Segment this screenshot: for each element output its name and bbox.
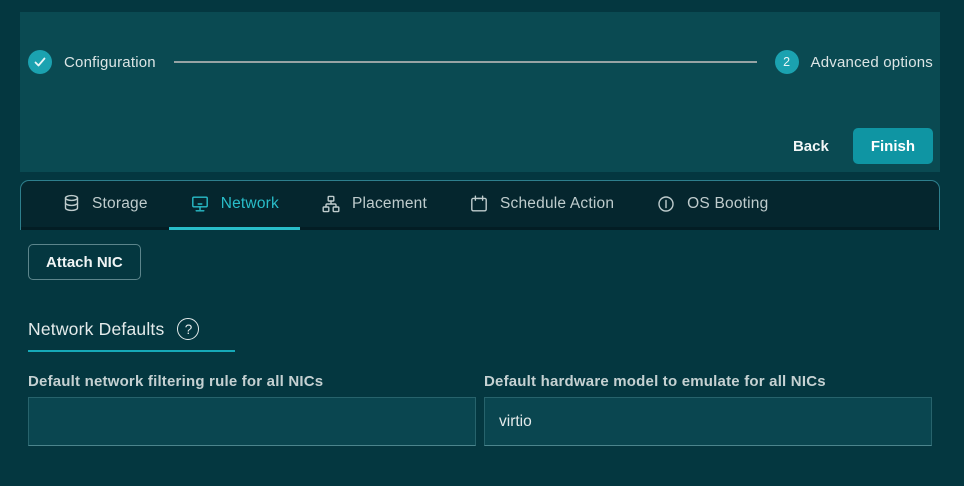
back-button[interactable]: Back xyxy=(779,130,843,163)
tab-placement-label: Placement xyxy=(352,195,427,213)
step-complete-check-icon xyxy=(28,50,52,74)
tab-os-booting[interactable]: OS Booting xyxy=(635,181,789,227)
stepper-connector-line xyxy=(174,61,757,63)
wizard-actions: Back Finish xyxy=(28,128,933,164)
hardware-model-label: Default hardware model to emulate for al… xyxy=(484,373,932,390)
tab-network-label: Network xyxy=(221,195,279,213)
info-circle-icon xyxy=(656,194,676,214)
step-configuration[interactable]: Configuration xyxy=(28,50,156,74)
step-advanced-options-label: Advanced options xyxy=(811,54,933,71)
tab-os-booting-label: OS Booting xyxy=(687,195,768,213)
help-question-icon[interactable]: ? xyxy=(177,318,199,340)
wizard-stepper: Configuration 2 Advanced options xyxy=(28,50,933,74)
workstation-icon xyxy=(190,194,210,214)
attach-nic-button[interactable]: Attach NIC xyxy=(28,244,141,280)
section-tabbar: Storage Network xyxy=(20,180,940,230)
calendar-icon xyxy=(469,194,489,214)
tab-storage[interactable]: Storage xyxy=(41,181,169,227)
step-configuration-label: Configuration xyxy=(64,54,156,71)
section-title: Network Defaults xyxy=(28,319,164,340)
field-hardware-model: Default hardware model to emulate for al… xyxy=(484,373,932,446)
network-filtering-input[interactable] xyxy=(28,397,476,446)
tab-storage-label: Storage xyxy=(92,195,148,213)
tab-placement[interactable]: Placement xyxy=(300,181,448,227)
tab-schedule-action[interactable]: Schedule Action xyxy=(448,181,635,227)
network-filtering-label: Default network filtering rule for all N… xyxy=(28,373,476,390)
field-network-filtering: Default network filtering rule for all N… xyxy=(28,373,476,446)
tab-schedule-action-label: Schedule Action xyxy=(500,195,614,213)
database-icon xyxy=(62,194,81,214)
finish-button[interactable]: Finish xyxy=(853,128,933,164)
network-defaults-section-header: Network Defaults ? xyxy=(28,318,235,352)
tab-network[interactable]: Network xyxy=(169,181,300,227)
network-defaults-fields: Default network filtering rule for all N… xyxy=(28,373,932,446)
step-advanced-options[interactable]: 2 Advanced options xyxy=(775,50,933,74)
hardware-model-input[interactable] xyxy=(484,397,932,446)
wizard-panel: Configuration 2 Advanced options Back Fi… xyxy=(20,12,940,172)
tabs-row: Storage Network xyxy=(21,181,939,230)
step-number-badge: 2 xyxy=(775,50,799,74)
hierarchy-icon xyxy=(321,194,341,214)
network-tab-content: Attach NIC Network Defaults ? Default ne… xyxy=(0,230,964,446)
